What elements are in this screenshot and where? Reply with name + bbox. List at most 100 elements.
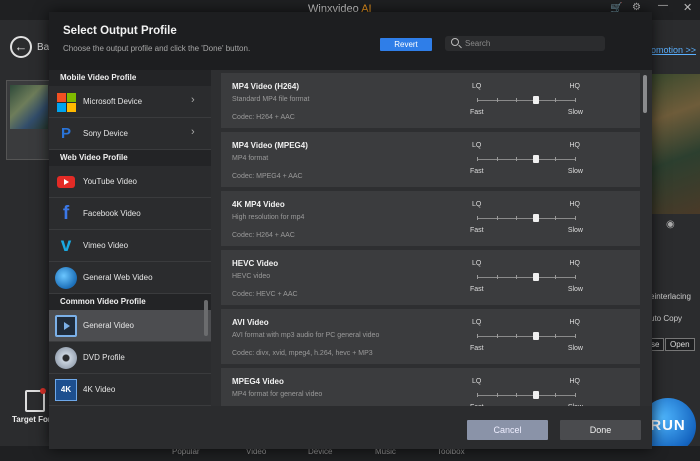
hq-label: HQ xyxy=(569,378,581,385)
fast-label: Fast xyxy=(470,345,484,352)
back-button[interactable]: ← xyxy=(10,36,32,58)
hq-label: HQ xyxy=(569,142,581,149)
slider-tick xyxy=(516,393,518,397)
profile-card[interactable]: 4K MP4 Video High resolution for mp4 Codec… xyxy=(221,191,640,246)
revert-button[interactable]: Revert xyxy=(380,38,432,51)
dvd-icon xyxy=(55,347,77,369)
preview-image xyxy=(652,74,700,214)
search-input[interactable] xyxy=(465,37,600,50)
close-icon[interactable]: ✕ xyxy=(683,1,692,14)
sidebar-item-microsoft-device[interactable]: Microsoft Device › xyxy=(49,86,211,118)
profile-category-sidebar: Mobile Video Profile Microsoft Device › P So… xyxy=(49,70,211,406)
sidebar-item-label: General Video xyxy=(83,321,134,330)
slider-tick xyxy=(575,393,576,397)
slider-tick xyxy=(516,157,518,161)
slider-tick xyxy=(477,157,478,161)
slider-tick xyxy=(477,393,478,397)
profile-name: MP4 Video (MPEG4) xyxy=(232,141,308,150)
dialog-footer: Cancel Done xyxy=(49,406,652,449)
sidebar-item-youtube-video[interactable]: YouTube Video xyxy=(49,166,211,198)
quality-slider[interactable]: LQHQFastSlow xyxy=(470,82,583,122)
category-header: Web Video Profile xyxy=(49,150,211,166)
sidebar-item-vimeo-video[interactable]: v Vimeo Video xyxy=(49,230,211,262)
slider-tick xyxy=(496,98,498,102)
quality-slider[interactable]: LQHQFastSlow xyxy=(470,377,583,406)
search-box[interactable] xyxy=(445,36,605,51)
slider-track xyxy=(477,277,575,278)
profile-card[interactable]: MPEG4 Video MP4 format for general video L… xyxy=(221,368,640,406)
category-header: Common Video Profile xyxy=(49,294,211,310)
hq-label: HQ xyxy=(569,83,581,90)
sidebar-item-label: YouTube Video xyxy=(83,177,137,186)
target-format-label: Target For xyxy=(12,415,51,424)
minimize-icon[interactable]: — xyxy=(658,0,668,11)
hq-label: HQ xyxy=(569,201,581,208)
slider-tick xyxy=(575,157,576,161)
sidebar-item-dvd-profile[interactable]: DVD Profile xyxy=(49,342,211,374)
video-thumbnail[interactable] xyxy=(6,80,50,160)
slider-track xyxy=(477,218,575,219)
profile-card[interactable]: HEVC Video HEVC video Codec: HEVC + AAC LQ H… xyxy=(221,250,640,305)
camera-icon[interactable]: ◉ xyxy=(666,219,675,230)
slider-tick xyxy=(555,334,557,338)
quality-slider[interactable]: LQHQFastSlow xyxy=(470,200,583,240)
hq-label: HQ xyxy=(569,260,581,267)
sidebar-item-general-web-video[interactable]: General Web Video xyxy=(49,262,211,294)
sidebar-scrollbar[interactable] xyxy=(204,300,208,336)
lq-label: LQ xyxy=(472,378,482,385)
slider-handle[interactable] xyxy=(532,214,539,222)
profile-name: MPEG4 Video xyxy=(232,377,284,386)
slider-tick xyxy=(477,216,478,220)
fast-label: Fast xyxy=(470,227,484,234)
profile-codec: Codec: divx, xvid, mpeg4, h.264, hevc + … xyxy=(232,350,373,357)
auto-copy-label: uto Copy xyxy=(650,314,683,323)
sidebar-item-facebook-video[interactable]: f Facebook Video xyxy=(49,198,211,230)
sidebar-item-sony-device[interactable]: P Sony Device › xyxy=(49,118,211,150)
profile-codec: Codec: HEVC + AAC xyxy=(232,291,298,298)
slider-handle[interactable] xyxy=(532,273,539,281)
fast-label: Fast xyxy=(470,168,484,175)
back-label: Ba xyxy=(37,42,50,53)
slider-track xyxy=(477,100,575,101)
profile-list: MP4 Video (H264) Standard MP4 file format… xyxy=(221,73,640,406)
chevron-right-icon: › xyxy=(191,126,195,138)
slider-tick xyxy=(516,275,518,279)
done-button[interactable]: Done xyxy=(560,420,641,440)
slider-tick xyxy=(477,275,478,279)
promotion-link[interactable]: omotion >> xyxy=(651,45,696,55)
profile-card[interactable]: MP4 Video (H264) Standard MP4 file format… xyxy=(221,73,640,128)
slider-track xyxy=(477,159,575,160)
sidebar-item-4k-video[interactable]: 4K 4K Video xyxy=(49,374,211,406)
slider-tick xyxy=(477,334,478,338)
cancel-button[interactable]: Cancel xyxy=(467,420,548,440)
lq-label: LQ xyxy=(472,142,482,149)
slider-tick xyxy=(555,98,557,102)
slider-tick xyxy=(516,334,518,338)
slider-handle[interactable] xyxy=(532,391,539,399)
hq-label: HQ xyxy=(569,319,581,326)
profile-card[interactable]: MP4 Video (MPEG4) MP4 format Codec: MPEG4 … xyxy=(221,132,640,187)
sidebar-item-general-video[interactable]: General Video xyxy=(49,310,211,342)
profile-codec: Codec: MPEG4 + AAC xyxy=(232,173,303,180)
slider-tick xyxy=(496,334,498,338)
fast-label: Fast xyxy=(470,109,484,116)
quality-slider[interactable]: LQHQFastSlow xyxy=(470,259,583,299)
slider-handle[interactable] xyxy=(532,96,539,104)
profile-list-scrollbar[interactable] xyxy=(643,75,647,113)
sidebar-item-label: Microsoft Device xyxy=(83,97,143,106)
slider-handle[interactable] xyxy=(532,332,539,340)
slider-tick xyxy=(496,157,498,161)
fast-label: Fast xyxy=(470,286,484,293)
sidebar-item-label: Sony Device xyxy=(83,129,128,138)
profile-name: AVI Video xyxy=(232,318,269,327)
slider-handle[interactable] xyxy=(532,155,539,163)
quality-slider[interactable]: LQHQFastSlow xyxy=(470,141,583,181)
profile-description: HEVC video xyxy=(232,273,271,280)
open-button[interactable]: Open xyxy=(665,338,695,351)
sidebar-item-label: 4K Video xyxy=(83,385,116,394)
profile-card[interactable]: AVI Video AVI format with mp3 audio for P… xyxy=(221,309,640,364)
slider-tick xyxy=(496,275,498,279)
profile-description: High resolution for mp4 xyxy=(232,214,305,221)
quality-slider[interactable]: LQHQFastSlow xyxy=(470,318,583,358)
4k-icon: 4K xyxy=(55,379,77,401)
